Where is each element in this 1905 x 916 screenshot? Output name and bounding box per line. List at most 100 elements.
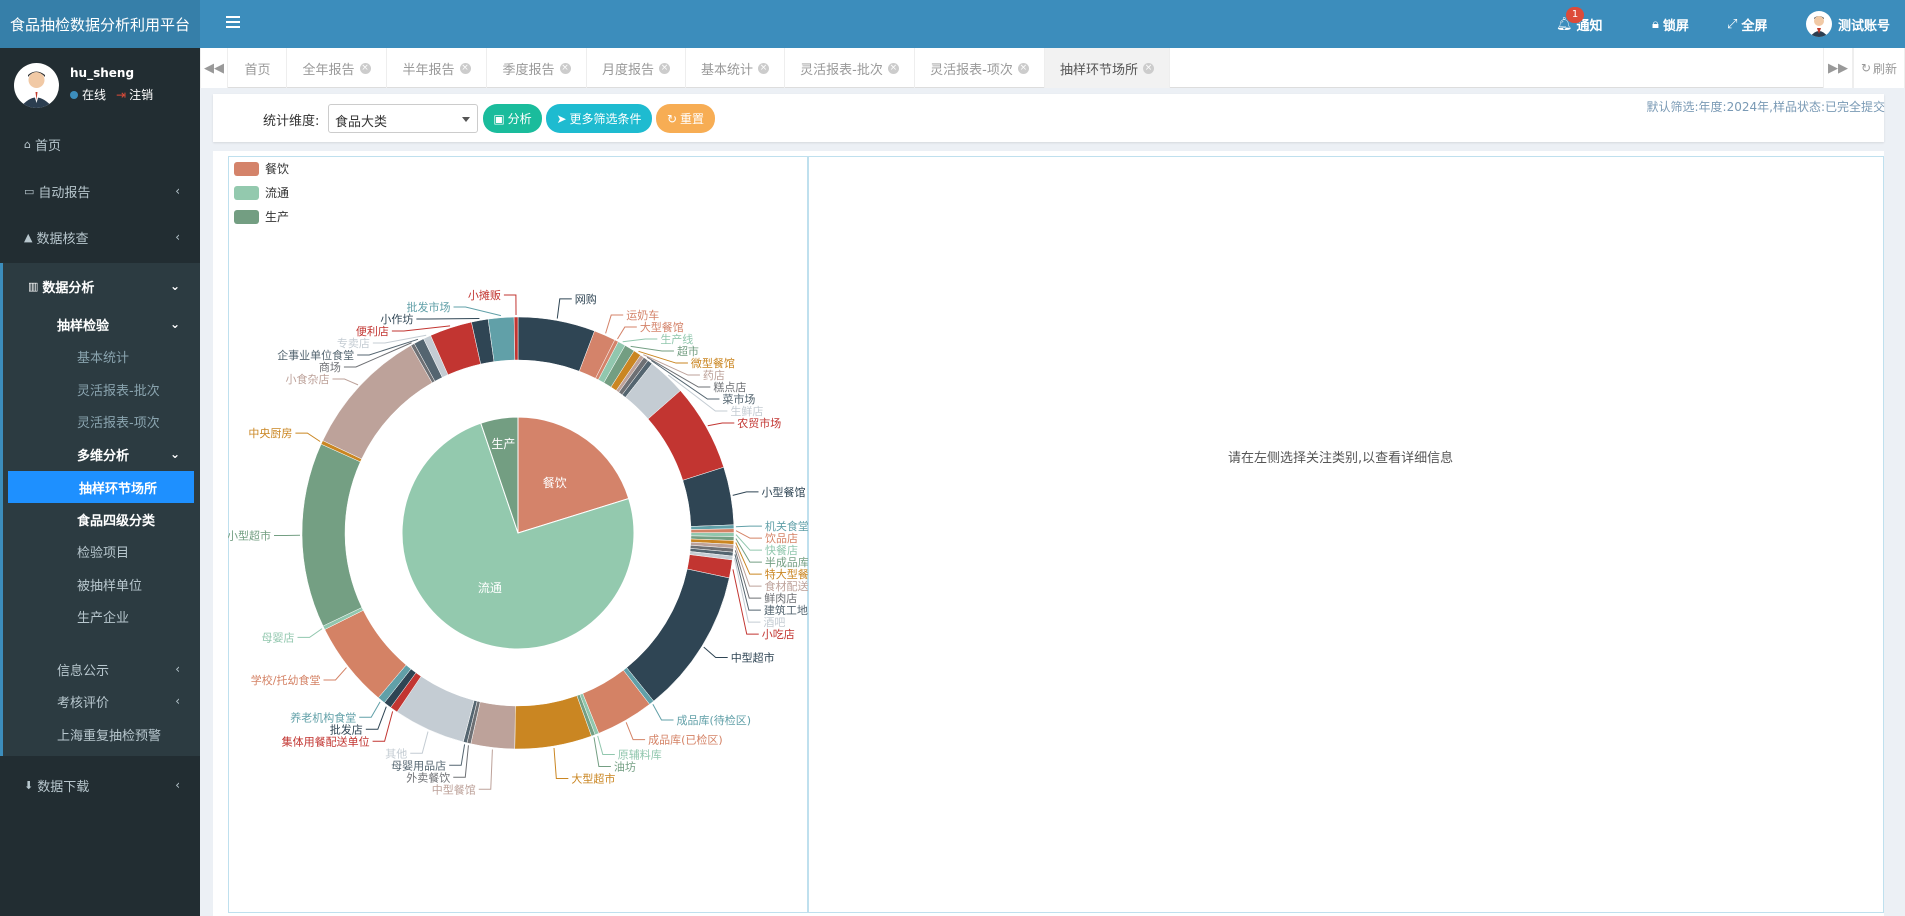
outer-slice-46[interactable]: [513, 316, 519, 361]
sidebar-toggle-icon[interactable]: [226, 16, 240, 28]
menu-multi-analysis[interactable]: 多维分析 ⌄: [0, 438, 200, 470]
outer-slice-27[interactable]: [514, 695, 592, 750]
outer-slice-label: 中型超市: [731, 651, 775, 665]
outer-label-line: [332, 378, 359, 386]
menu-auto-report[interactable]: ▭ 自动报告 ‹: [0, 171, 200, 211]
menu-basic-stats[interactable]: 基本统计: [0, 340, 200, 372]
outer-slice-label: 生产线: [660, 332, 693, 346]
outer-slice-label: 超市: [677, 344, 699, 358]
account-avatar: [1806, 11, 1832, 37]
close-icon[interactable]: ×: [1143, 62, 1154, 74]
menu-flex-item[interactable]: 灵活报表-项次: [0, 405, 200, 437]
outer-slice-label: 鲜肉店: [764, 591, 797, 605]
outer-label-line: [707, 422, 735, 427]
menu-assessment[interactable]: 考核评价 ‹: [0, 685, 200, 717]
close-icon[interactable]: ×: [559, 62, 571, 74]
menu-download[interactable]: ⬇ 数据下载 ‹: [0, 765, 200, 805]
dimension-select[interactable]: 食品大类: [328, 104, 478, 133]
menu-test-item[interactable]: 检验项目: [0, 535, 200, 567]
outer-slice-13[interactable]: [690, 528, 735, 533]
menu-shanghai-warning[interactable]: 上海重复抽检预警: [0, 718, 200, 750]
tab-sample-site[interactable]: 抽样环节场所 ×: [1045, 48, 1170, 88]
outer-slice-label: 机关食堂: [765, 519, 808, 533]
menu-data-check[interactable]: ▲ 数据核查 ‹: [0, 217, 200, 257]
detail-box: [808, 156, 1884, 913]
tab-month-report[interactable]: 月度报告 ×: [587, 48, 686, 88]
logout-link[interactable]: 注销: [129, 88, 153, 102]
outer-slice-label: 大型餐馆: [640, 320, 684, 334]
tab-scroll-right-button[interactable]: ▶▶: [1823, 48, 1853, 88]
chevron-left-icon: ‹: [175, 778, 180, 792]
refresh-button[interactable]: ↻ 刷新: [1853, 48, 1905, 88]
analyze-button[interactable]: ▣ 分析: [483, 104, 542, 133]
outer-slice-22[interactable]: [626, 568, 730, 702]
chevron-left-icon: ‹: [175, 184, 180, 198]
outer-label-line: [735, 530, 762, 539]
dimension-label: 统计维度:: [263, 114, 320, 129]
tab-flex-batch[interactable]: 灵活报表-批次 ×: [785, 48, 915, 88]
outer-slice-label: 糕点店: [713, 380, 746, 394]
chevron-down-icon: ⌄: [169, 447, 180, 461]
outer-label-line: [453, 745, 469, 778]
menu-home[interactable]: ⌂ 首页: [0, 124, 200, 164]
fullscreen-button[interactable]: ⤢ 全屏: [1727, 0, 1767, 48]
outer-slice-label: 运奶车: [626, 308, 659, 322]
outer-slice-label: 批发市场: [407, 300, 451, 314]
outer-label-line: [735, 534, 762, 551]
top-navbar: 食品抽检数据分析利用平台 🔔︎ 通知 1 🔒︎ 锁屏 ⤢ 全屏 测试账号: [0, 0, 1905, 48]
outer-slice-label: 中央厨房: [248, 427, 292, 440]
more-filters-button[interactable]: ➤ 更多筛选条件: [546, 104, 652, 133]
menu-food-class[interactable]: 食品四级分类: [0, 503, 200, 535]
default-filter-note: 默认筛选:年度:2024年,样品状态:已完全提交: [1646, 100, 1885, 114]
logout-icon[interactable]: ⇥: [116, 88, 126, 102]
close-icon[interactable]: ×: [659, 62, 670, 74]
chevron-down-icon: ⌄: [169, 317, 180, 331]
tab-quarter-report[interactable]: 季度报告 ×: [487, 48, 587, 88]
close-icon[interactable]: ×: [887, 62, 899, 74]
user-name: hu_sheng: [70, 66, 135, 80]
outer-label-line: [735, 525, 762, 528]
pointer-icon: ➤: [556, 111, 567, 126]
menu-sampled-unit[interactable]: 被抽样单位: [0, 568, 200, 600]
tab-basic-stats[interactable]: 基本统计 ×: [686, 48, 785, 88]
outer-label-line: [295, 432, 321, 442]
tab-scroll-left-button[interactable]: ◀◀: [200, 48, 228, 88]
outer-label-line: [449, 744, 466, 766]
tab-halfyear-report[interactable]: 半年报告 ×: [387, 48, 487, 88]
close-icon[interactable]: ×: [359, 62, 371, 74]
outer-slice-label: 学校/托幼食堂: [251, 673, 321, 687]
outer-label-line: [556, 298, 572, 319]
lock-screen-button[interactable]: 🔒︎ 锁屏: [1652, 0, 1689, 48]
menu-sample-site[interactable]: 抽样环节场所: [8, 471, 194, 503]
outer-label-line: [359, 701, 381, 718]
tab-flex-item[interactable]: 灵活报表-项次 ×: [915, 48, 1045, 88]
outer-label-line: [703, 646, 728, 659]
close-icon[interactable]: ×: [1017, 62, 1029, 74]
menu-producer[interactable]: 生产企业: [0, 600, 200, 632]
menu-info-pub[interactable]: 信息公示 ‹: [0, 653, 200, 685]
outer-slice-label: 专卖店: [337, 336, 370, 350]
app-logo[interactable]: 食品抽检数据分析利用平台: [0, 0, 200, 48]
menu-sampling[interactable]: 抽样检验 ⌄: [0, 308, 200, 340]
outer-slice-label: 便利店: [356, 324, 389, 338]
outer-slice-label: 母婴店: [262, 630, 295, 644]
backward-icon: ◀◀: [204, 60, 224, 76]
outer-slice-37[interactable]: [301, 443, 363, 627]
menu-data-analysis[interactable]: ▥ 数据分析 ⌄: [0, 266, 200, 306]
outer-label-line: [365, 706, 387, 730]
menu-flex-batch[interactable]: 灵活报表-批次: [0, 373, 200, 405]
outer-slice-label: 小型超市: [228, 529, 271, 543]
close-icon[interactable]: ×: [758, 62, 769, 74]
tab-annual-report[interactable]: 全年报告 ×: [287, 48, 387, 88]
tab-home[interactable]: 首页: [229, 48, 287, 88]
refresh-icon: ↻: [1860, 61, 1872, 75]
outer-label-line: [622, 338, 658, 343]
outer-slice-label: 企事业单位食堂: [277, 348, 354, 362]
user-status: 在线 ⇥ 注销: [70, 86, 153, 103]
reset-button[interactable]: ↻ 重置: [656, 104, 715, 133]
close-icon[interactable]: ×: [459, 62, 471, 74]
account-menu[interactable]: 测试账号: [1806, 0, 1890, 48]
expand-icon: ⤢: [1727, 16, 1738, 32]
outer-slice-label: 成品库(待检区): [677, 713, 752, 727]
outer-slice-label: 外卖餐饮: [406, 770, 450, 784]
